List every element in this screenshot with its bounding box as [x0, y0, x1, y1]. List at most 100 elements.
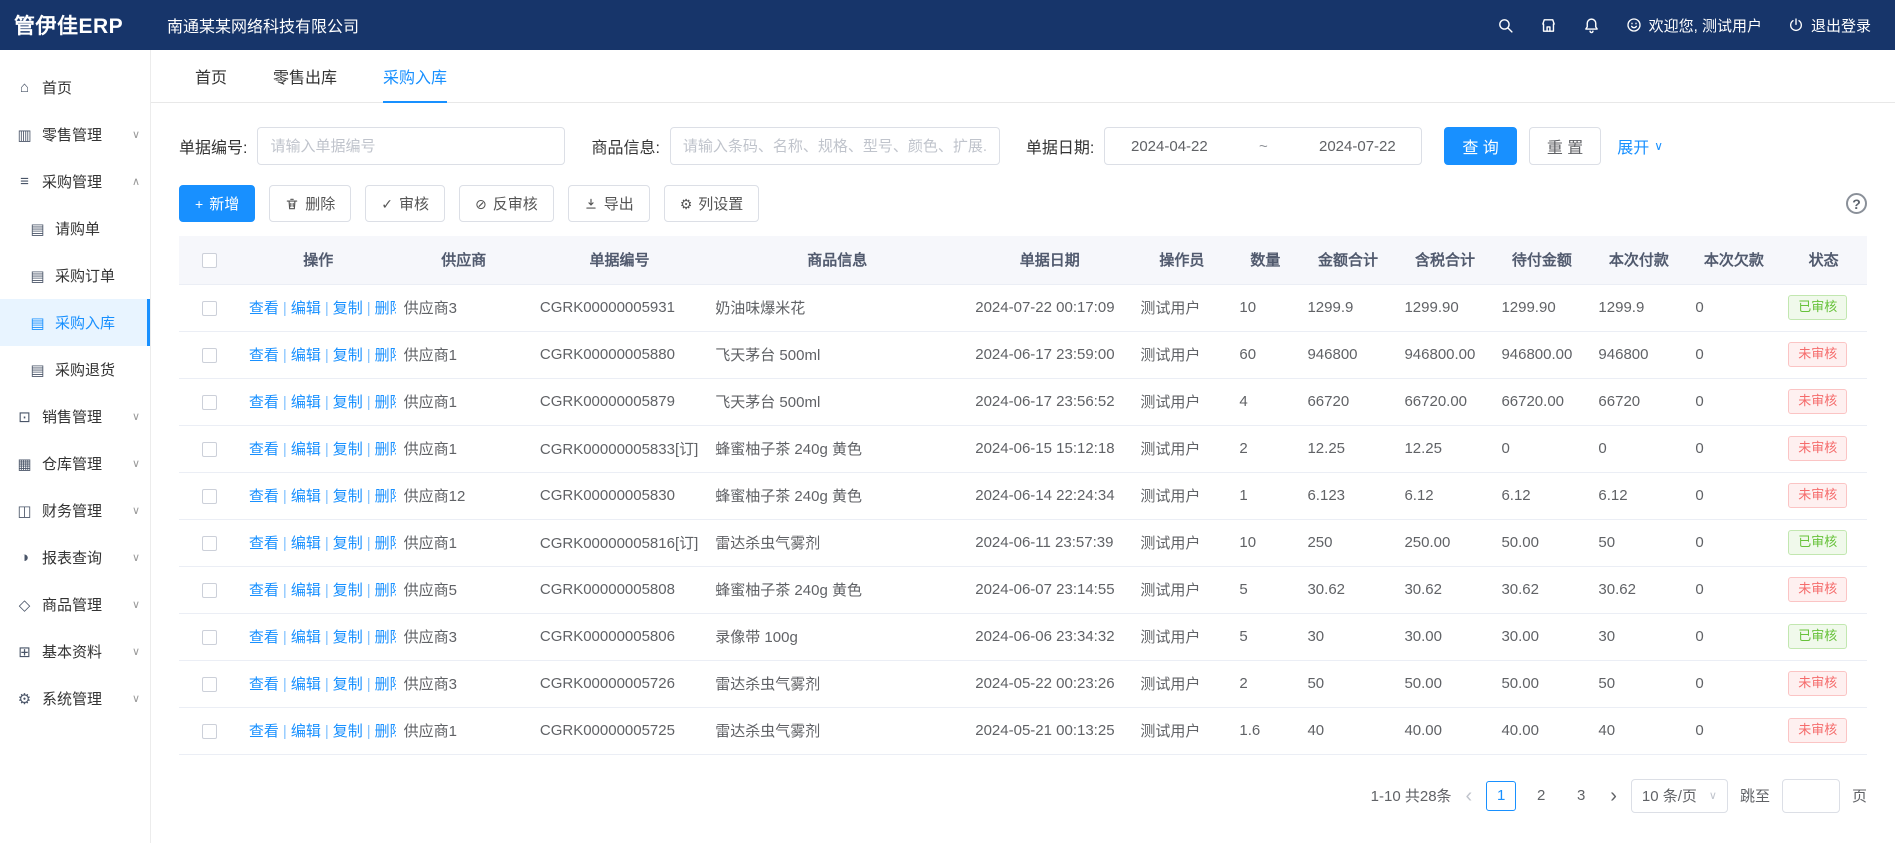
tab-home[interactable]: 首页	[195, 50, 227, 103]
page-size-select[interactable]: 10 条/页 ∨	[1631, 779, 1728, 813]
sidebar-item-finance[interactable]: ◫财务管理∨	[0, 487, 150, 534]
copy-link[interactable]: 复制	[333, 300, 363, 317]
date-range-picker[interactable]: 2024-04-22 ~ 2024-07-22	[1104, 127, 1422, 165]
copy-link[interactable]: 复制	[333, 723, 363, 740]
sidebar-item-sales[interactable]: ⊡销售管理∨	[0, 393, 150, 440]
welcome-user[interactable]: 欢迎您, 测试用户	[1626, 15, 1762, 36]
view-link[interactable]: 查看	[249, 723, 279, 740]
store-icon[interactable]	[1540, 17, 1557, 34]
delete-button[interactable]: 删除	[269, 185, 351, 222]
delete-link[interactable]: 删除	[375, 488, 396, 505]
expand-toggle[interactable]: 展开 ∨	[1617, 134, 1663, 158]
page-button-1[interactable]: 1	[1486, 781, 1516, 811]
edit-link[interactable]: 编辑	[291, 488, 321, 505]
sidebar-item-goods[interactable]: ◇商品管理∨	[0, 581, 150, 628]
sidebar-item-label: 请购单	[55, 218, 100, 239]
sidebar-item-system[interactable]: ⚙系统管理∨	[0, 675, 150, 722]
table-row: 查看|编辑|复制|删除供应商1CGRK00000005725雷达杀虫气雾剂202…	[179, 707, 1867, 754]
delete-link[interactable]: 删除	[375, 300, 396, 317]
tab-bar: 首页零售出库采购入库	[151, 50, 1895, 103]
tab-retail-outbound[interactable]: 零售出库	[273, 50, 337, 103]
prev-page-button[interactable]: ‹	[1464, 786, 1475, 806]
row-checkbox[interactable]	[202, 489, 217, 504]
row-checkbox[interactable]	[202, 348, 217, 363]
select-all-checkbox[interactable]	[202, 253, 217, 268]
next-page-button[interactable]: ›	[1608, 786, 1619, 806]
edit-link[interactable]: 编辑	[291, 582, 321, 599]
edit-link[interactable]: 编辑	[291, 676, 321, 693]
edit-link[interactable]: 编辑	[291, 394, 321, 411]
delete-link[interactable]: 删除	[375, 723, 396, 740]
sidebar-item-home[interactable]: ⌂首页	[0, 64, 150, 111]
edit-link[interactable]: 编辑	[291, 300, 321, 317]
view-link[interactable]: 查看	[249, 300, 279, 317]
jump-page-input[interactable]	[1782, 779, 1840, 813]
delete-link[interactable]: 删除	[375, 347, 396, 364]
unaudit-button[interactable]: ⊘反审核	[459, 185, 554, 222]
sidebar-item-retail[interactable]: ▥零售管理∨	[0, 111, 150, 158]
copy-link[interactable]: 复制	[333, 441, 363, 458]
date-start-value[interactable]: 2024-04-22	[1131, 138, 1208, 155]
sidebar-item-purchase-request[interactable]: ▤请购单	[0, 205, 150, 252]
sidebar-item-purchase-order[interactable]: ▤采购订单	[0, 252, 150, 299]
operator-cell: 测试用户	[1132, 378, 1231, 425]
edit-link[interactable]: 编辑	[291, 629, 321, 646]
delete-link[interactable]: 删除	[375, 676, 396, 693]
logout-button[interactable]: 退出登录	[1788, 15, 1871, 36]
copy-link[interactable]: 复制	[333, 676, 363, 693]
copy-link[interactable]: 复制	[333, 629, 363, 646]
copy-link[interactable]: 复制	[333, 347, 363, 364]
search-button[interactable]: 查 询	[1444, 127, 1516, 165]
bill-no-input[interactable]	[257, 127, 565, 165]
delete-link[interactable]: 删除	[375, 535, 396, 552]
sidebar-item-warehouse[interactable]: ▦仓库管理∨	[0, 440, 150, 487]
row-checkbox[interactable]	[202, 536, 217, 551]
copy-link[interactable]: 复制	[333, 582, 363, 599]
view-link[interactable]: 查看	[249, 676, 279, 693]
view-link[interactable]: 查看	[249, 488, 279, 505]
row-checkbox[interactable]	[202, 301, 217, 316]
delete-link[interactable]: 删除	[375, 394, 396, 411]
sidebar-item-report[interactable]: ◑报表查询∨	[0, 534, 150, 581]
tab-purchase-inbound[interactable]: 采购入库	[383, 50, 447, 103]
delete-link[interactable]: 删除	[375, 629, 396, 646]
delete-link[interactable]: 删除	[375, 441, 396, 458]
date-end-value[interactable]: 2024-07-22	[1319, 138, 1396, 155]
sidebar-item-purchase-inbound[interactable]: ▤采购入库	[0, 299, 150, 346]
row-checkbox[interactable]	[202, 395, 217, 410]
audit-button[interactable]: ✓审核	[365, 185, 445, 222]
sidebar-item-purchase-return[interactable]: ▤采购退货	[0, 346, 150, 393]
row-checkbox[interactable]	[202, 724, 217, 739]
page-button-2[interactable]: 2	[1526, 781, 1556, 811]
row-checkbox[interactable]	[202, 630, 217, 645]
view-link[interactable]: 查看	[249, 535, 279, 552]
product-input[interactable]	[670, 127, 1000, 165]
bell-icon[interactable]	[1583, 17, 1600, 34]
edit-link[interactable]: 编辑	[291, 535, 321, 552]
delete-link[interactable]: 删除	[375, 582, 396, 599]
copy-link[interactable]: 复制	[333, 488, 363, 505]
view-link[interactable]: 查看	[249, 441, 279, 458]
search-icon[interactable]	[1497, 17, 1514, 34]
sidebar-item-purchase[interactable]: ≡采购管理∧	[0, 158, 150, 205]
edit-link[interactable]: 编辑	[291, 347, 321, 364]
view-link[interactable]: 查看	[249, 629, 279, 646]
help-icon[interactable]: ?	[1846, 193, 1867, 214]
reset-button[interactable]: 重 置	[1529, 127, 1601, 165]
product-cell: 蜂蜜柚子茶 240g 黄色	[707, 566, 967, 613]
row-checkbox[interactable]	[202, 442, 217, 457]
export-button[interactable]: 导出	[568, 185, 650, 222]
copy-link[interactable]: 复制	[333, 535, 363, 552]
row-checkbox[interactable]	[202, 677, 217, 692]
view-link[interactable]: 查看	[249, 394, 279, 411]
edit-link[interactable]: 编辑	[291, 441, 321, 458]
edit-link[interactable]: 编辑	[291, 723, 321, 740]
view-link[interactable]: 查看	[249, 582, 279, 599]
add-button[interactable]: +新增	[179, 185, 255, 222]
view-link[interactable]: 查看	[249, 347, 279, 364]
page-button-3[interactable]: 3	[1566, 781, 1596, 811]
row-checkbox[interactable]	[202, 583, 217, 598]
sidebar-item-basic-data[interactable]: ⊞基本资料∨	[0, 628, 150, 675]
copy-link[interactable]: 复制	[333, 394, 363, 411]
column-settings-button[interactable]: ⚙列设置	[664, 185, 760, 222]
